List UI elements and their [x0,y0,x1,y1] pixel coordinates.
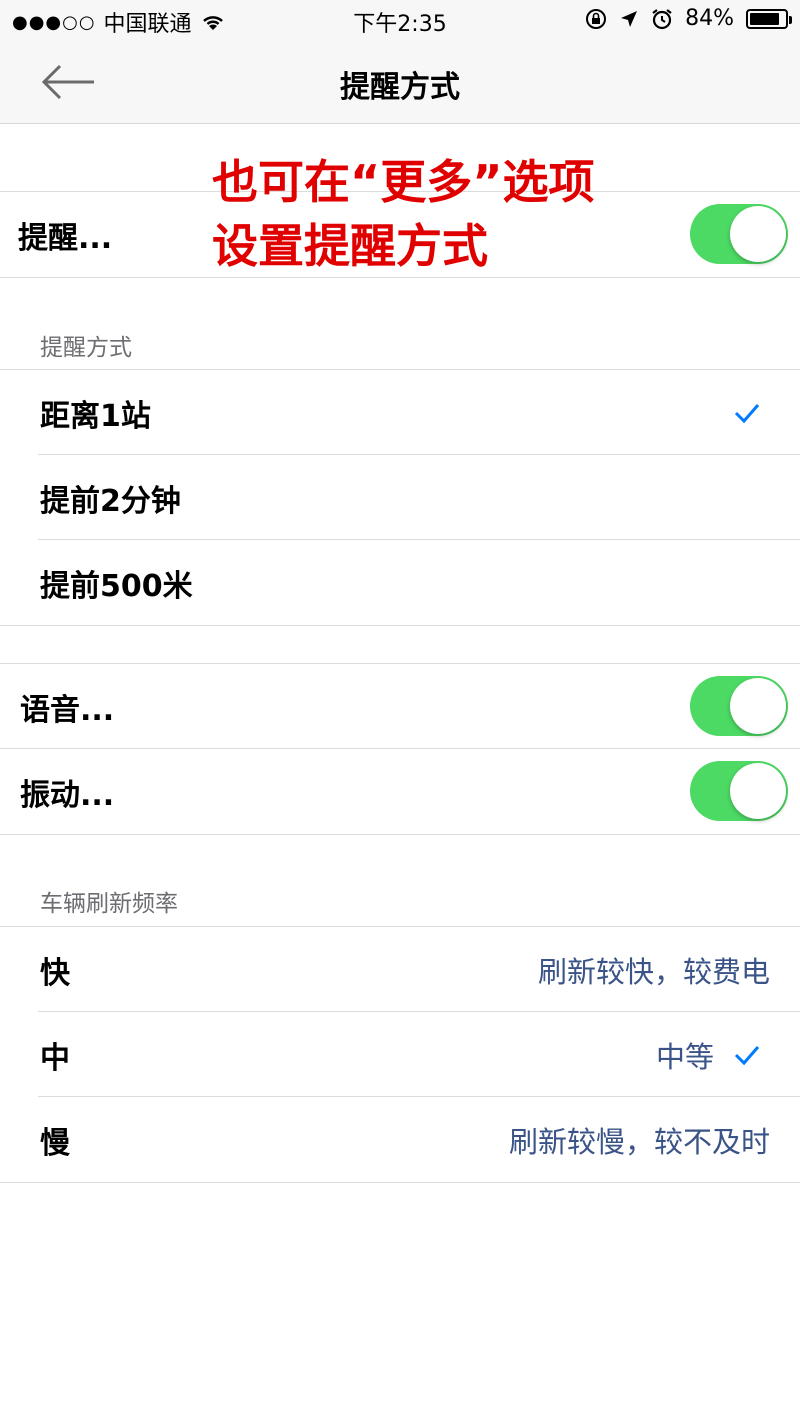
reminder-option-3[interactable]: 提前500米 [0,540,800,625]
toggle-knob [730,206,786,262]
reminder-toggle[interactable] [690,204,788,264]
alarm-icon [652,8,672,29]
page-title: 提醒方式 [340,70,460,105]
status-bar: ●●●○○ 中国联通 下午2:35 84% [0,0,800,40]
annotation-line-1: 也可在“更多”选项 [212,155,595,209]
battery-percent: 84% [685,6,734,31]
vibrate-label: 振动... [20,777,115,813]
voice-toggle[interactable] [690,676,788,736]
annotation-overlay: 也可在“更多”选项 设置提醒方式 [212,150,594,278]
refresh-option-medium[interactable]: 中 中等 [0,1012,800,1097]
reminder-option-label: 提前2分钟 [40,483,181,519]
toggle-knob [730,763,786,819]
alert-toggles-group: 语音... 振动... [0,663,800,835]
refresh-option-detail: 刷新较慢，较不及时 [508,1124,770,1159]
toggle-knob [730,678,786,734]
vibrate-toggle[interactable] [690,761,788,821]
navigation-bar: 提醒方式 [0,40,800,124]
reminder-option-label: 提前500米 [40,568,193,604]
refresh-option-label: 中 [40,1040,70,1076]
section-header-refresh: 车辆刷新频率 [40,891,178,917]
status-right: 84% [585,6,792,31]
refresh-option-slow[interactable]: 慢 刷新较慢，较不及时 [0,1097,800,1182]
reminder-option-2[interactable]: 提前2分钟 [0,455,800,540]
refresh-option-detail: 刷新较快，较费电 [537,954,770,989]
reminder-toggle-label: 提醒... [18,220,113,256]
refresh-option-label: 慢 [40,1125,70,1161]
refresh-option-fast[interactable]: 快 刷新较快，较费电 [0,927,800,1012]
reminder-option-1[interactable]: 距离1站 [0,370,800,455]
reminder-mode-group: 距离1站 提前2分钟 提前500米 [0,369,800,626]
rotation-lock-icon [586,8,607,29]
battery-icon [746,8,792,29]
section-header-reminder-mode: 提醒方式 [40,335,132,361]
refresh-option-label: 快 [40,955,70,991]
refresh-group: 快 刷新较快，较费电 中 中等 慢 刷新较慢，较不及时 [0,926,800,1183]
annotation-line-2: 设置提醒方式 [212,219,488,273]
refresh-option-detail: 中等 [655,1039,714,1074]
voice-label: 语音... [20,692,115,728]
location-arrow-icon [621,10,638,27]
battery-level [750,12,779,25]
checkmark-icon [734,1046,760,1066]
voice-row: 语音... [0,664,800,749]
reminder-option-label: 距离1站 [40,398,151,434]
checkmark-icon [734,404,760,424]
vibrate-row: 振动... [0,749,800,834]
